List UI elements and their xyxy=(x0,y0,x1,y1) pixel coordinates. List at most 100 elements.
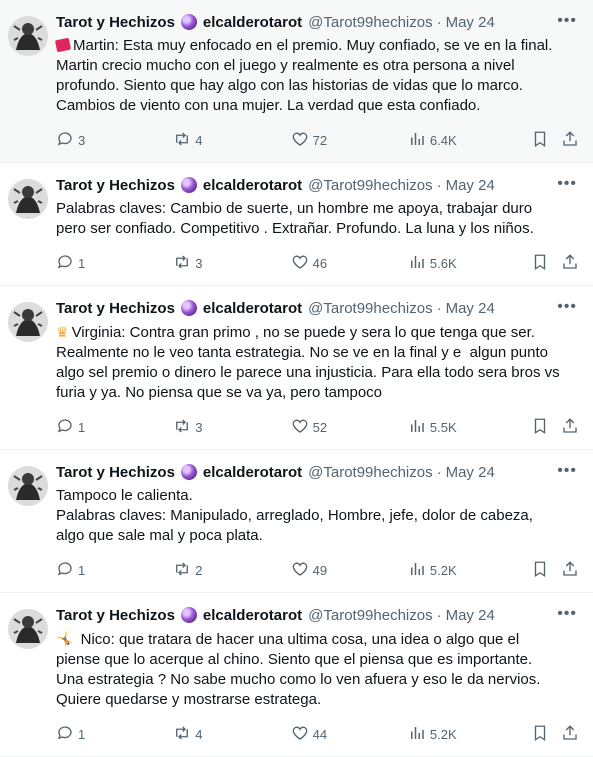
reply-button[interactable]: 1 xyxy=(56,724,173,745)
bookmark-button[interactable] xyxy=(531,253,561,274)
display-name[interactable]: Tarot y Hechizos xyxy=(56,607,175,624)
avatar[interactable] xyxy=(8,609,48,649)
views-button[interactable]: 6.4K xyxy=(408,130,531,151)
timestamp[interactable]: May 24 xyxy=(446,177,495,194)
bookmark-button[interactable] xyxy=(531,724,561,745)
retweet-button[interactable]: 4 xyxy=(173,724,290,745)
handle[interactable]: @Tarot99hechizos xyxy=(308,177,432,194)
share-icon xyxy=(561,417,583,438)
avatar[interactable] xyxy=(8,466,48,506)
more-options-icon[interactable]: ••• xyxy=(557,175,577,193)
views-count: 5.5K xyxy=(429,419,457,435)
bookmark-button[interactable] xyxy=(531,130,561,151)
like-button[interactable]: 46 xyxy=(291,253,408,274)
timestamp[interactable]: May 24 xyxy=(446,464,495,481)
tweet-text: 🤸 Nico: que tratara de hacer una ultima … xyxy=(56,629,581,710)
retweet-button[interactable]: 3 xyxy=(173,417,290,438)
like-button[interactable]: 44 xyxy=(291,724,408,745)
retweet-button[interactable]: 4 xyxy=(173,130,290,151)
retweet-icon xyxy=(173,130,195,151)
tweet[interactable]: Tarot y Hechizos elcalderotarot @Tarot99… xyxy=(0,450,593,593)
share-icon xyxy=(561,130,583,151)
reply-button[interactable]: 1 xyxy=(56,560,173,581)
views-count: 6.4K xyxy=(429,132,457,148)
retweet-button[interactable]: 3 xyxy=(173,253,290,274)
views-count: 5.2K xyxy=(429,726,457,742)
handle[interactable]: @Tarot99hechizos xyxy=(308,300,432,317)
bookmark-icon xyxy=(531,253,553,274)
username[interactable]: elcalderotarot xyxy=(203,300,302,317)
crystal-ball-icon xyxy=(180,300,197,316)
views-button[interactable]: 5.5K xyxy=(408,417,531,438)
tweet-actions: 1 4 44 5.2K xyxy=(56,724,581,744)
display-name[interactable]: Tarot y Hechizos xyxy=(56,464,175,481)
views-icon xyxy=(408,560,430,581)
bookmark-button[interactable] xyxy=(531,560,561,581)
more-options-icon[interactable]: ••• xyxy=(557,12,577,30)
retweet-count: 2 xyxy=(195,562,203,578)
tweet[interactable]: Tarot y Hechizos elcalderotarot @Tarot99… xyxy=(0,286,593,450)
views-icon xyxy=(408,724,430,745)
timestamp[interactable]: May 24 xyxy=(446,607,495,624)
like-button[interactable]: 49 xyxy=(291,560,408,581)
tweet-text-content: Nico: que tratara de hacer una ultima co… xyxy=(56,631,541,708)
tweet-actions: 3 4 72 6.4K xyxy=(56,130,581,150)
tweet-text: Tampoco le calienta. Palabras claves: Ma… xyxy=(56,486,581,546)
tweet[interactable]: Tarot y Hechizos elcalderotarot @Tarot99… xyxy=(0,163,593,286)
handle[interactable]: @Tarot99hechizos xyxy=(308,607,432,624)
views-count: 5.2K xyxy=(429,562,457,578)
like-button[interactable]: 72 xyxy=(291,130,408,151)
retweet-icon xyxy=(173,253,195,274)
timestamp[interactable]: May 24 xyxy=(446,300,495,317)
tweet-header: Tarot y Hechizos elcalderotarot @Tarot99… xyxy=(56,462,581,482)
retweet-button[interactable]: 2 xyxy=(173,560,290,581)
timestamp[interactable]: May 24 xyxy=(446,14,495,31)
bookmark-icon xyxy=(531,724,553,745)
display-name[interactable]: Tarot y Hechizos xyxy=(56,177,175,194)
tweet[interactable]: Tarot y Hechizos elcalderotarot @Tarot99… xyxy=(0,593,593,757)
like-button[interactable]: 52 xyxy=(291,417,408,438)
reply-icon xyxy=(56,560,78,581)
more-options-icon[interactable]: ••• xyxy=(557,298,577,316)
reply-button[interactable]: 3 xyxy=(56,130,173,151)
views-button[interactable]: 5.6K xyxy=(408,253,531,274)
avatar[interactable] xyxy=(8,16,48,56)
display-name[interactable]: Tarot y Hechizos xyxy=(56,14,175,31)
tweet-actions: 1 3 46 5.6K xyxy=(56,253,581,273)
tweet-text-content: Virginia: Contra gran primo , no se pued… xyxy=(56,324,560,401)
retweet-count: 4 xyxy=(195,132,203,148)
reply-button[interactable]: 1 xyxy=(56,417,173,438)
views-icon xyxy=(408,417,430,438)
reply-icon xyxy=(56,130,78,151)
share-button[interactable] xyxy=(561,130,581,151)
tweet-actions: 1 2 49 5.2K xyxy=(56,560,581,580)
bookmark-button[interactable] xyxy=(531,417,561,438)
username[interactable]: elcalderotarot xyxy=(203,14,302,31)
reply-button[interactable]: 1 xyxy=(56,253,173,274)
more-options-icon[interactable]: ••• xyxy=(557,462,577,480)
heart-icon xyxy=(291,560,313,581)
tweet-header: Tarot y Hechizos elcalderotarot @Tarot99… xyxy=(56,605,581,625)
tweet-text: Palabras claves: Cambio de suerte, un ho… xyxy=(56,199,581,239)
crystal-ball-icon xyxy=(180,177,197,193)
tweet[interactable]: Tarot y Hechizos elcalderotarot @Tarot99… xyxy=(0,0,593,163)
display-name[interactable]: Tarot y Hechizos xyxy=(56,300,175,317)
crystal-ball-icon xyxy=(180,14,197,30)
share-button[interactable] xyxy=(561,253,581,274)
like-count: 52 xyxy=(312,419,328,435)
heart-icon xyxy=(291,253,313,274)
handle[interactable]: @Tarot99hechizos xyxy=(308,464,432,481)
views-button[interactable]: 5.2K xyxy=(408,560,531,581)
share-button[interactable] xyxy=(561,417,581,438)
username[interactable]: elcalderotarot xyxy=(203,607,302,624)
handle[interactable]: @Tarot99hechizos xyxy=(308,14,432,31)
share-button[interactable] xyxy=(561,560,581,581)
views-button[interactable]: 5.2K xyxy=(408,724,531,745)
more-options-icon[interactable]: ••• xyxy=(557,605,577,623)
bookmark-icon xyxy=(531,417,553,438)
share-button[interactable] xyxy=(561,724,581,745)
avatar[interactable] xyxy=(8,179,48,219)
username[interactable]: elcalderotarot xyxy=(203,177,302,194)
avatar[interactable] xyxy=(8,302,48,342)
username[interactable]: elcalderotarot xyxy=(203,464,302,481)
